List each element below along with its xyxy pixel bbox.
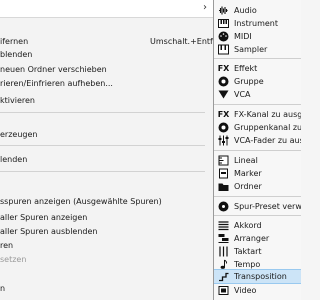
submenu-item-marker[interactable]: Marker [214, 167, 301, 180]
sampler-icon [218, 44, 229, 55]
submenu-item-label: Arranger [234, 234, 270, 243]
keyboard-icon [218, 18, 229, 29]
menu-item-label: aller Spuren anzeigen [0, 213, 88, 222]
menu-separator [214, 196, 301, 197]
menu-item-n[interactable]: n [0, 282, 213, 295]
menu-separator [0, 112, 205, 113]
menu-item-create[interactable]: erzeugen [0, 128, 213, 141]
submenu-item-label: Video [234, 286, 257, 295]
arranger-icon [218, 233, 229, 244]
submenu-item-effekt[interactable]: FX Effekt [214, 62, 301, 75]
menu-separator [214, 104, 301, 105]
submenu-item-label: Gruppe [234, 77, 264, 86]
submenu-item-label: FX-Kanal zu ausgew [234, 110, 301, 119]
submenu-item-label: Effekt [234, 64, 258, 73]
submenu-item-akkord[interactable]: Akkord [214, 219, 301, 232]
submenu-item-label: Marker [234, 169, 262, 178]
menu-item-show-tracks-selected[interactable]: sspuren anzeigen (Ausgewählte Spuren) [0, 195, 213, 208]
ruler-icon [218, 155, 229, 166]
chevron-right-icon: › [203, 2, 207, 13]
menu-item-ren[interactable]: ren [0, 239, 213, 252]
submenu-item-label: Akkord [234, 221, 262, 230]
folder-icon [218, 181, 229, 192]
menu-item-label: ifernen [0, 37, 29, 46]
submenu-item-arranger[interactable]: Arranger [214, 232, 301, 245]
menu-item-show-all-tracks[interactable]: aller Spuren anzeigen [0, 211, 213, 224]
menu-item-label: aller Spuren ausblenden [0, 227, 98, 236]
menu-item-label: ktivieren [0, 96, 35, 105]
submenu-item-label: Lineal [234, 156, 258, 165]
menu-separator [214, 58, 301, 59]
submenu-item-sampler[interactable]: Sampler [214, 43, 301, 56]
menu-item-activate[interactable]: ktivieren [0, 94, 213, 107]
menu-item-label: rieren/Einfrieren aufheben... [0, 79, 113, 88]
submenu-item-label: Taktart [234, 247, 262, 256]
menu-item-move-to-folder[interactable]: neuen Ordner verschieben [0, 63, 213, 76]
submenu-item-label: Spur-Preset verwend [234, 202, 301, 211]
submenu-item-label: Transposition [234, 272, 287, 281]
vca-fader-icon [218, 135, 229, 146]
video-icon [218, 285, 229, 296]
menu-item-shortcut: Umschalt.+Entf. [150, 37, 213, 46]
submenu-item-vca-fader[interactable]: VCA-Fader zu ausge [214, 134, 301, 147]
parent-context-menu: › ifernen Umschalt.+Entf. blenden neuen … [0, 0, 213, 300]
submenu-item-group-channel[interactable]: Gruppenkanal zu aus [214, 121, 301, 134]
menu-separator [214, 150, 301, 151]
submenu-item-label: Sampler [234, 45, 268, 54]
menu-item-label: erzeugen [0, 130, 38, 139]
submenu-item-audio[interactable]: Audio [214, 4, 301, 17]
menu-item-label: blenden [0, 50, 33, 59]
submenu-item-taktart[interactable]: Taktart [214, 245, 301, 258]
menu-item-hide[interactable]: blenden [0, 48, 213, 61]
chord-icon [218, 220, 229, 231]
time-signature-icon [218, 246, 229, 257]
submenu-item-transposition[interactable]: Transposition [214, 269, 301, 284]
submenu-item-gruppe[interactable]: Gruppe [214, 75, 301, 88]
submenu-item-track-preset[interactable]: Spur-Preset verwend [214, 200, 301, 213]
menu-item-label: ren [0, 241, 14, 250]
menu-item-label: n [0, 284, 6, 293]
menu-item-remove[interactable]: ifernen Umschalt.+Entf. [0, 35, 213, 48]
tempo-icon [218, 259, 229, 270]
menu-separator [0, 171, 205, 172]
menu-item-reset: setzen [0, 253, 213, 266]
vca-icon [218, 89, 229, 100]
menu-item-fade[interactable]: lenden [0, 153, 213, 166]
marker-icon [218, 168, 229, 179]
menu-item-freeze[interactable]: rieren/Einfrieren aufheben... [0, 77, 213, 90]
menu-separator [0, 145, 205, 146]
menu-header-bar: › [0, 0, 213, 18]
submenu-item-video[interactable]: Video [214, 284, 301, 297]
submenu-item-label: Audio [234, 6, 257, 15]
submenu-item-fx-channel[interactable]: FX FX-Kanal zu ausgew [214, 108, 301, 121]
fx-icon: FX [217, 64, 230, 73]
submenu-item-instrument[interactable]: Instrument [214, 17, 301, 30]
midi-icon [218, 31, 229, 42]
submenu-item-label: Ordner [234, 182, 262, 191]
fx-channel-icon: FX [217, 110, 230, 119]
submenu-item-label: VCA-Fader zu ausge [234, 136, 301, 145]
submenu-item-label: Instrument [234, 19, 279, 28]
submenu-item-label: VCA [234, 90, 251, 99]
submenu-item-lineal[interactable]: Lineal [214, 154, 301, 167]
menu-item-label: sspuren anzeigen (Ausgewählte Spuren) [0, 197, 162, 206]
add-track-submenu: Audio Instrument MIDI Sampler FX Effekt … [213, 0, 301, 300]
menu-item-hide-all-tracks[interactable]: aller Spuren ausblenden [0, 225, 213, 238]
submenu-item-midi[interactable]: MIDI [214, 30, 301, 43]
menu-separator [214, 215, 301, 216]
submenu-item-vca[interactable]: VCA [214, 88, 301, 101]
menu-item-label: lenden [0, 155, 28, 164]
waveform-icon [218, 5, 229, 16]
group-icon [218, 76, 229, 87]
menu-item-label: setzen [0, 255, 27, 264]
group-channel-icon [218, 122, 229, 133]
submenu-item-ordner[interactable]: Ordner [214, 180, 301, 193]
submenu-item-label: Gruppenkanal zu aus [234, 123, 301, 132]
submenu-item-label: MIDI [234, 32, 252, 41]
menu-item-label: neuen Ordner verschieben [0, 65, 107, 74]
transpose-icon [218, 271, 229, 282]
preset-icon [218, 201, 229, 212]
